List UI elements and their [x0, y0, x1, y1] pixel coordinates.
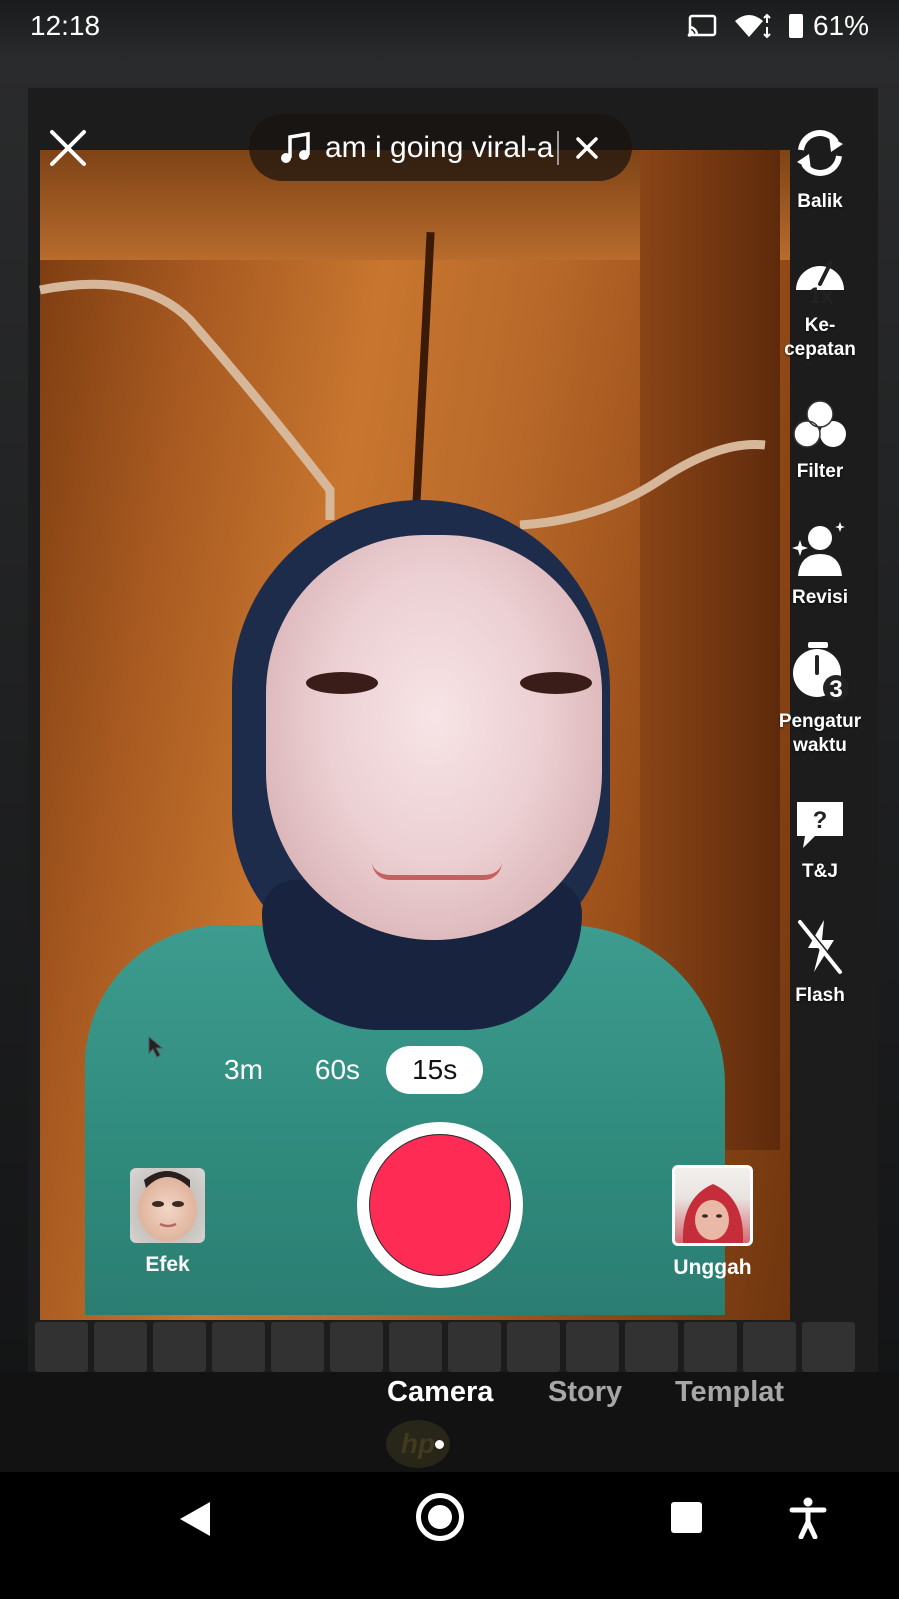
beauty-label: Revisi	[792, 587, 848, 608]
qa-button[interactable]: ? T&J	[770, 798, 870, 884]
monitor-taskbar	[35, 1322, 855, 1372]
cast-icon	[687, 14, 717, 37]
qa-label: T&J	[802, 861, 838, 882]
flip-label: Balik	[797, 191, 843, 212]
music-note-icon	[281, 131, 310, 163]
speed-label: Ke- cepatan	[784, 315, 856, 360]
back-icon[interactable]	[178, 1500, 212, 1538]
question-icon: ?	[797, 802, 843, 848]
effects-button[interactable]: Efek	[130, 1168, 205, 1277]
sound-title: am i going viral-a	[325, 130, 554, 164]
wifi-icon	[734, 13, 771, 39]
tab-camera[interactable]: Camera	[387, 1376, 493, 1409]
upload-button[interactable]: Unggah	[672, 1165, 753, 1280]
flash-off-icon	[798, 919, 843, 974]
beauty-icon	[792, 522, 845, 576]
duration-60s[interactable]: 60s	[289, 1046, 386, 1094]
add-sound-button[interactable]: am i going viral-a	[249, 114, 632, 181]
filter-icon	[793, 400, 846, 448]
filter-label: Filter	[796, 461, 844, 482]
battery-percent: 61%	[812, 10, 869, 41]
svg-text:1x: 1x	[809, 283, 834, 306]
recents-icon[interactable]	[671, 1502, 702, 1533]
battery-icon	[788, 14, 803, 38]
filter-button[interactable]: Filter	[770, 398, 870, 484]
svg-text:?: ?	[813, 807, 828, 834]
upload-label: Unggah	[673, 1256, 752, 1279]
tab-story[interactable]: Story	[548, 1376, 622, 1409]
svg-text:3: 3	[829, 676, 842, 702]
duration-selector: 3m 60s 15s	[198, 1046, 484, 1094]
accessibility-icon[interactable]	[789, 1497, 827, 1539]
speed-icon: 1x	[796, 260, 844, 306]
timer-icon: 3	[793, 642, 849, 702]
clear-sound-icon[interactable]	[573, 134, 601, 162]
flip-camera-icon	[797, 130, 843, 176]
timer-label: Pengatur waktu	[778, 711, 862, 756]
upload-thumbnail	[672, 1165, 753, 1246]
effects-thumbnail	[130, 1168, 205, 1243]
flip-camera-button[interactable]: Balik	[770, 124, 870, 214]
status-bar: 12:18 61%	[0, 0, 899, 52]
flash-button[interactable]: Flash	[770, 916, 870, 1008]
speed-button[interactable]: 1x Ke- cepatan	[770, 248, 870, 362]
effects-label: Efek	[145, 1253, 190, 1276]
tab-templat[interactable]: Templat	[675, 1376, 784, 1409]
record-inner[interactable]	[370, 1135, 510, 1275]
duration-3m[interactable]: 3m	[198, 1046, 289, 1094]
home-icon[interactable]	[416, 1493, 464, 1541]
cursor-icon	[148, 1036, 164, 1058]
flash-label: Flash	[795, 985, 845, 1006]
beauty-button[interactable]: Revisi	[770, 520, 870, 610]
active-tab-indicator	[435, 1440, 444, 1449]
camera-screen: hp 12:18 61% am i going viral-a Balik 1x…	[0, 0, 899, 1599]
status-time: 12:18	[30, 10, 101, 41]
close-icon[interactable]	[46, 126, 90, 170]
duration-15s[interactable]: 15s	[386, 1046, 484, 1094]
timer-button[interactable]: 3 Pengatur waktu	[770, 642, 870, 758]
